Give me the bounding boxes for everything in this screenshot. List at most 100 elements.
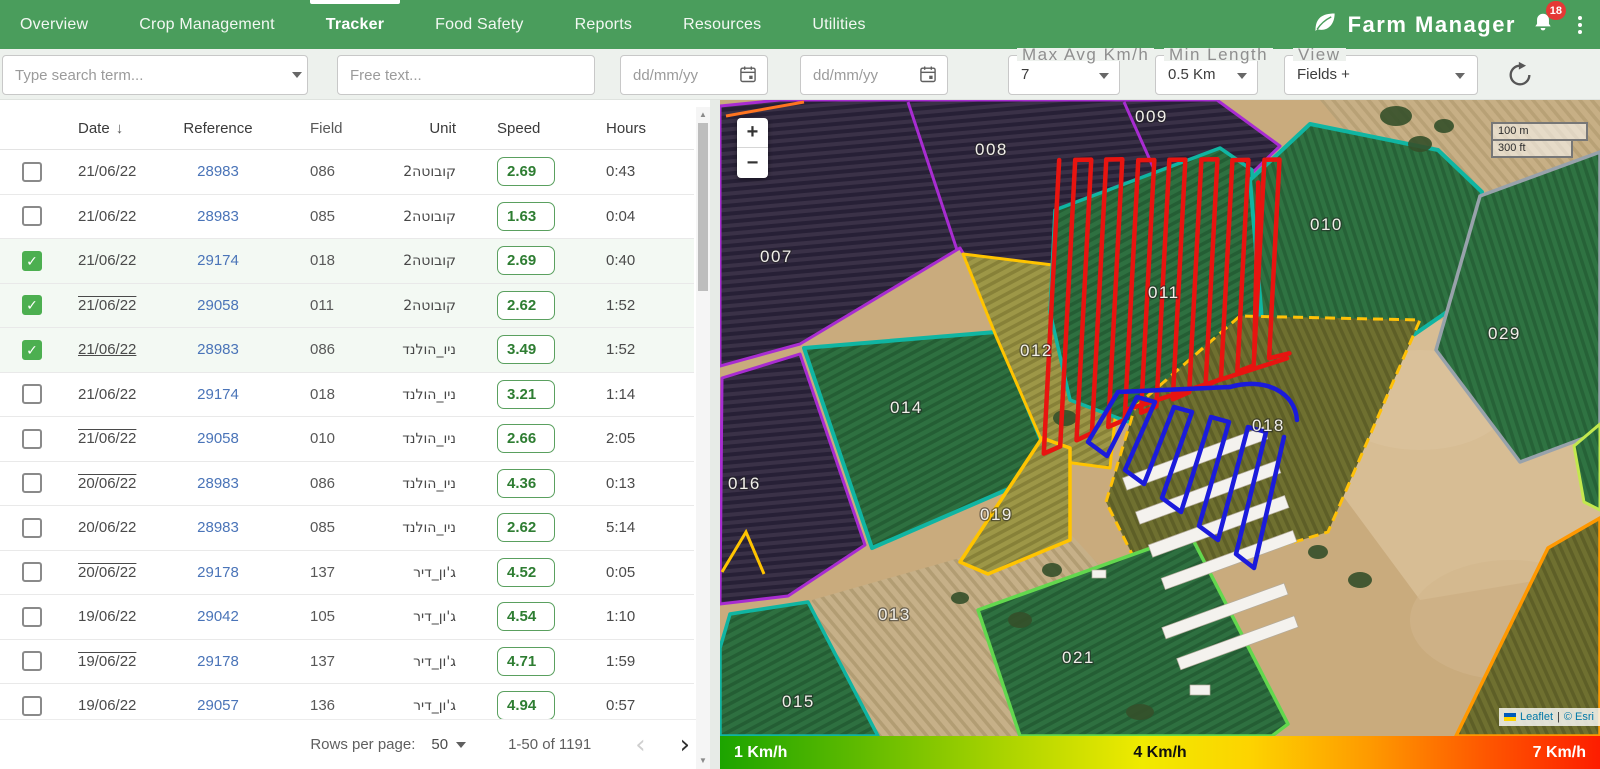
table-footer: Rows per page: 50 1-50 of 1191 ‹ › bbox=[0, 719, 710, 769]
row-checkbox[interactable] bbox=[22, 429, 42, 449]
free-text-input[interactable] bbox=[337, 55, 595, 95]
view-select[interactable]: View Fields + bbox=[1284, 55, 1478, 95]
filter-bar: Max Avg Km/h 7 Min Length 0.5 Km View Fi… bbox=[0, 49, 1600, 100]
row-speed: 4.94 bbox=[497, 691, 555, 719]
tab-crop-management[interactable]: Crop Management bbox=[139, 0, 275, 49]
table-row: 19/06/2229042105ג'ון_דיר4.541:10 bbox=[0, 595, 694, 640]
row-reference-link[interactable]: 28983 bbox=[197, 163, 239, 180]
tab-utilities[interactable]: Utilities bbox=[812, 0, 865, 49]
kebab-menu-button[interactable] bbox=[1574, 12, 1586, 38]
row-hours: 0:05 bbox=[598, 564, 694, 581]
row-speed: 2.69 bbox=[497, 157, 555, 186]
row-date: 21/06/22 bbox=[78, 430, 136, 447]
row-reference-link[interactable]: 29174 bbox=[197, 386, 239, 403]
table-row: 19/06/2229057136ג'ון_דיר4.940:57 bbox=[0, 684, 694, 719]
row-reference-link[interactable]: 29174 bbox=[197, 252, 239, 269]
tab-reports[interactable]: Reports bbox=[575, 0, 632, 49]
row-date: 19/06/22 bbox=[78, 653, 136, 670]
field-label-013: 013 bbox=[878, 605, 911, 624]
row-date: 21/06/22 bbox=[78, 252, 136, 269]
map-zoom-control: + − bbox=[737, 118, 768, 178]
tab-tracker[interactable]: Tracker bbox=[326, 0, 384, 49]
row-field: 018 bbox=[276, 252, 364, 269]
row-hours: 1:52 bbox=[598, 341, 694, 358]
row-checkbox[interactable]: ✓ bbox=[22, 251, 42, 271]
sort-desc-icon[interactable]: ↓ bbox=[116, 120, 124, 137]
row-speed: 2.66 bbox=[497, 424, 555, 453]
row-hours: 1:10 bbox=[598, 608, 694, 625]
row-checkbox[interactable]: ✓ bbox=[22, 295, 42, 315]
table-row: 21/06/2228983086קובוטה22.690:43 bbox=[0, 150, 694, 195]
row-checkbox[interactable] bbox=[22, 162, 42, 182]
leaf-icon bbox=[1311, 9, 1338, 41]
row-unit: ניו_הולנד bbox=[402, 476, 456, 492]
tab-food-safety[interactable]: Food Safety bbox=[435, 0, 523, 49]
row-speed: 1.63 bbox=[497, 202, 555, 231]
column-field[interactable]: Field bbox=[276, 120, 364, 137]
previous-page-button[interactable]: ‹ bbox=[629, 732, 651, 758]
next-page-button[interactable]: › bbox=[674, 732, 696, 758]
row-checkbox[interactable] bbox=[22, 206, 42, 226]
field-label-018: 018 bbox=[1252, 416, 1285, 435]
row-hours: 1:59 bbox=[598, 653, 694, 670]
field-label-029: 029 bbox=[1488, 324, 1521, 343]
date-from-input[interactable] bbox=[620, 55, 768, 95]
field-label-016: 016 bbox=[728, 474, 761, 493]
column-hours[interactable]: Hours bbox=[598, 120, 694, 137]
map-scale-control: 100 m 300 ft bbox=[1491, 122, 1588, 158]
row-speed: 2.62 bbox=[497, 513, 555, 542]
column-speed[interactable]: Speed bbox=[494, 120, 598, 137]
map-viewport[interactable]: 0070080090100110120140160180190130150210… bbox=[720, 100, 1600, 736]
refresh-button[interactable] bbox=[1506, 61, 1534, 89]
row-checkbox[interactable] bbox=[22, 562, 42, 582]
tab-overview[interactable]: Overview bbox=[20, 0, 88, 49]
row-checkbox[interactable] bbox=[22, 384, 42, 404]
row-reference-link[interactable]: 28983 bbox=[197, 475, 239, 492]
row-reference-link[interactable]: 29058 bbox=[197, 430, 239, 447]
row-speed: 2.62 bbox=[497, 291, 555, 320]
min-length-select[interactable]: Min Length 0.5 Km bbox=[1155, 55, 1258, 95]
column-unit[interactable]: Unit bbox=[364, 120, 494, 137]
zoom-in-button[interactable]: + bbox=[737, 118, 768, 148]
date-to-input[interactable] bbox=[800, 55, 948, 95]
row-unit: ניו_הולנד bbox=[402, 431, 456, 447]
column-date[interactable]: Date ↓ bbox=[64, 120, 160, 137]
search-input[interactable] bbox=[2, 55, 308, 95]
row-checkbox[interactable] bbox=[22, 518, 42, 538]
rows-per-page-select[interactable]: 50 bbox=[431, 736, 466, 753]
row-reference-link[interactable]: 29057 bbox=[197, 697, 239, 714]
row-checkbox[interactable]: ✓ bbox=[22, 340, 42, 360]
scroll-down-icon[interactable]: ▼ bbox=[696, 756, 710, 765]
row-reference-link[interactable]: 29178 bbox=[197, 564, 239, 581]
row-checkbox[interactable] bbox=[22, 607, 42, 627]
notifications-button[interactable]: 18 bbox=[1532, 10, 1554, 39]
row-field: 086 bbox=[276, 475, 364, 492]
table-row: 21/06/2229174018ניו_הולנד3.211:14 bbox=[0, 373, 694, 418]
legend-mid: 4 Km/h bbox=[1133, 744, 1186, 762]
map-attribution: Leaflet | © Esri bbox=[1499, 708, 1600, 726]
row-reference-link[interactable]: 28983 bbox=[197, 519, 239, 536]
esri-link[interactable]: © Esri bbox=[1564, 711, 1594, 723]
leaflet-link[interactable]: Leaflet bbox=[1520, 711, 1553, 723]
row-hours: 1:52 bbox=[598, 297, 694, 314]
row-speed: 3.21 bbox=[497, 380, 555, 409]
tab-resources[interactable]: Resources bbox=[683, 0, 761, 49]
row-reference-link[interactable]: 29042 bbox=[197, 608, 239, 625]
zoom-out-button[interactable]: − bbox=[737, 148, 768, 178]
column-reference[interactable]: Reference bbox=[160, 120, 276, 137]
row-reference-link[interactable]: 28983 bbox=[197, 208, 239, 225]
row-checkbox[interactable] bbox=[22, 651, 42, 671]
row-reference-link[interactable]: 29058 bbox=[197, 297, 239, 314]
table-scrollbar[interactable]: ▲ ▼ bbox=[696, 107, 710, 769]
row-checkbox[interactable] bbox=[22, 473, 42, 493]
row-date: 20/06/22 bbox=[78, 564, 136, 581]
tracker-table-panel: Date ↓ Reference Field Unit Speed Hours … bbox=[0, 100, 710, 769]
row-reference-link[interactable]: 28983 bbox=[197, 341, 239, 358]
scrollbar-thumb[interactable] bbox=[698, 123, 708, 291]
row-reference-link[interactable]: 29178 bbox=[197, 653, 239, 670]
row-field: 085 bbox=[276, 208, 364, 225]
row-checkbox[interactable] bbox=[22, 696, 42, 716]
row-field: 136 bbox=[276, 697, 364, 714]
max-avg-kmh-select[interactable]: Max Avg Km/h 7 bbox=[1008, 55, 1120, 95]
scroll-up-icon[interactable]: ▲ bbox=[696, 110, 710, 119]
